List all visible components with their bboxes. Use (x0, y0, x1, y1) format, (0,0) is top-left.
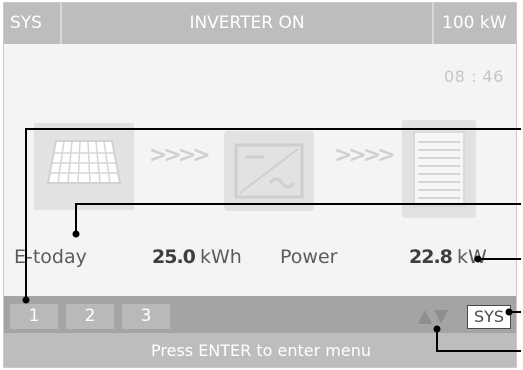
status-bar: SYS INVERTER ON 100 kW (4, 3, 516, 44)
softkey-bar: 1 2 3 SYS (4, 296, 516, 333)
battery-cabinet-icon (402, 120, 476, 218)
etoday-label: E-today (14, 246, 87, 268)
power-label: Power (280, 246, 338, 268)
power-unit: kW (456, 246, 487, 268)
up-down-arrows-icon[interactable] (418, 310, 448, 324)
etoday-value: 25.0 kWh (152, 246, 242, 268)
flow-arrows: >>>> (149, 143, 211, 168)
sys-button[interactable]: SYS (467, 305, 511, 329)
clock: 08 : 46 (444, 67, 504, 86)
inverter-status: INVERTER ON (189, 13, 305, 33)
solar-panel-icon (34, 123, 134, 210)
system-mode-label: SYS (4, 3, 62, 44)
inverter-icon (224, 131, 314, 211)
lcd-screen: SYS INVERTER ON 100 kW 08 : 46 >>>> >>>> (3, 2, 517, 368)
rated-power: 100 kW (432, 3, 516, 44)
menu-hint: Press ENTER to enter menu (4, 333, 516, 367)
flow-arrows: >>>> (334, 143, 396, 168)
etoday-unit: kWh (199, 246, 242, 268)
power-value: 22.8 kW (409, 246, 487, 268)
softkey-2[interactable]: 2 (66, 304, 114, 329)
softkey-1[interactable]: 1 (10, 304, 58, 329)
softkey-3[interactable]: 3 (122, 304, 170, 329)
